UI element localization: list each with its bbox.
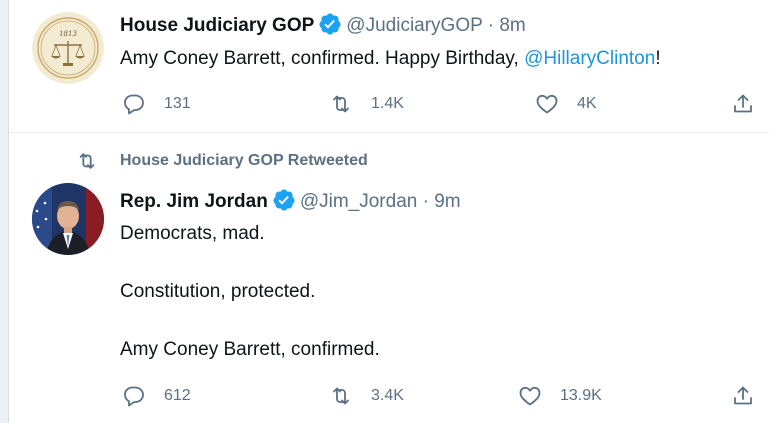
tweet-paragraph: Constitution, protected.: [120, 281, 316, 302]
retweet-icon: [333, 387, 349, 405]
reply-count: 612: [164, 387, 191, 404]
reply-count: 131: [164, 95, 191, 112]
tweet-text: Democrats, mad. Constitution, protected.…: [120, 222, 755, 362]
tweet-actions: 612 3.4K 13.9K: [120, 382, 755, 410]
retweet-button[interactable]: 1.4K: [329, 90, 404, 118]
like-count: 4K: [577, 95, 597, 112]
author-name[interactable]: House Judiciary GOP: [120, 15, 314, 36]
reply-button[interactable]: 131: [122, 90, 191, 118]
tweet-header: House Judiciary GOP @JudiciaryGOP · 8m: [120, 12, 526, 38]
retweet-context-label: House Judiciary GOP Retweeted: [120, 152, 368, 169]
verified-badge-icon: [273, 189, 295, 211]
separator-dot: ·: [487, 15, 495, 36]
tweet-timestamp[interactable]: 8m: [499, 15, 525, 36]
tweet-text-end: !: [655, 48, 661, 69]
retweet-context[interactable]: House Judiciary GOP Retweeted: [76, 150, 368, 172]
author-handle[interactable]: @JudiciaryGOP: [346, 15, 482, 36]
timeline: 1813 House Judiciary GOP @JudiciaryGOP · …: [0, 0, 769, 423]
share-icon: [734, 386, 752, 405]
timeline-left-border: [0, 0, 9, 423]
tweet-paragraph: Amy Coney Barrett, confirmed.: [120, 339, 380, 360]
seal-year: 1813: [59, 30, 77, 38]
author-name[interactable]: Rep. Jim Jordan: [120, 191, 268, 212]
tweet[interactable]: House Judiciary GOP Retweeted Rep. Jim J…: [10, 133, 769, 423]
reply-icon: [124, 386, 144, 407]
retweet-icon: [79, 153, 95, 169]
avatar[interactable]: 1813: [32, 12, 104, 84]
avatar[interactable]: [32, 183, 104, 255]
retweet-count: 1.4K: [371, 95, 404, 112]
heart-icon: [536, 94, 558, 114]
reply-button[interactable]: 612: [122, 382, 191, 410]
retweet-icon: [333, 95, 349, 113]
tweet-header: Rep. Jim Jordan @Jim_Jordan · 9m: [120, 188, 461, 214]
tweet[interactable]: 1813 House Judiciary GOP @JudiciaryGOP · …: [10, 0, 769, 133]
tweet-actions: 131 1.4K 4K: [120, 90, 755, 118]
mention-link[interactable]: @HillaryClinton: [524, 48, 655, 69]
tweet-paragraph: Democrats, mad.: [120, 223, 265, 244]
seal-icon: 1813: [32, 12, 104, 84]
like-count: 13.9K: [560, 387, 602, 404]
reply-icon: [124, 94, 144, 115]
like-button[interactable]: 4K: [535, 90, 597, 118]
verified-badge-icon: [319, 13, 341, 35]
tweet-timestamp[interactable]: 9m: [434, 191, 460, 212]
share-icon: [734, 94, 752, 113]
tweet-text-main: Amy Coney Barrett, confirmed. Happy Birt…: [120, 48, 525, 69]
share-button[interactable]: [731, 382, 755, 410]
share-button[interactable]: [731, 90, 755, 118]
author-handle[interactable]: @Jim_Jordan: [300, 191, 418, 212]
heart-icon: [519, 386, 541, 406]
separator-dot: ·: [422, 191, 429, 212]
retweet-count: 3.4K: [371, 387, 404, 404]
like-button[interactable]: 13.9K: [518, 382, 602, 410]
retweet-button[interactable]: 3.4K: [329, 382, 404, 410]
profile-photo: [32, 183, 104, 255]
tweet-text: Amy Coney Barrett, confirmed. Happy Birt…: [120, 47, 755, 71]
